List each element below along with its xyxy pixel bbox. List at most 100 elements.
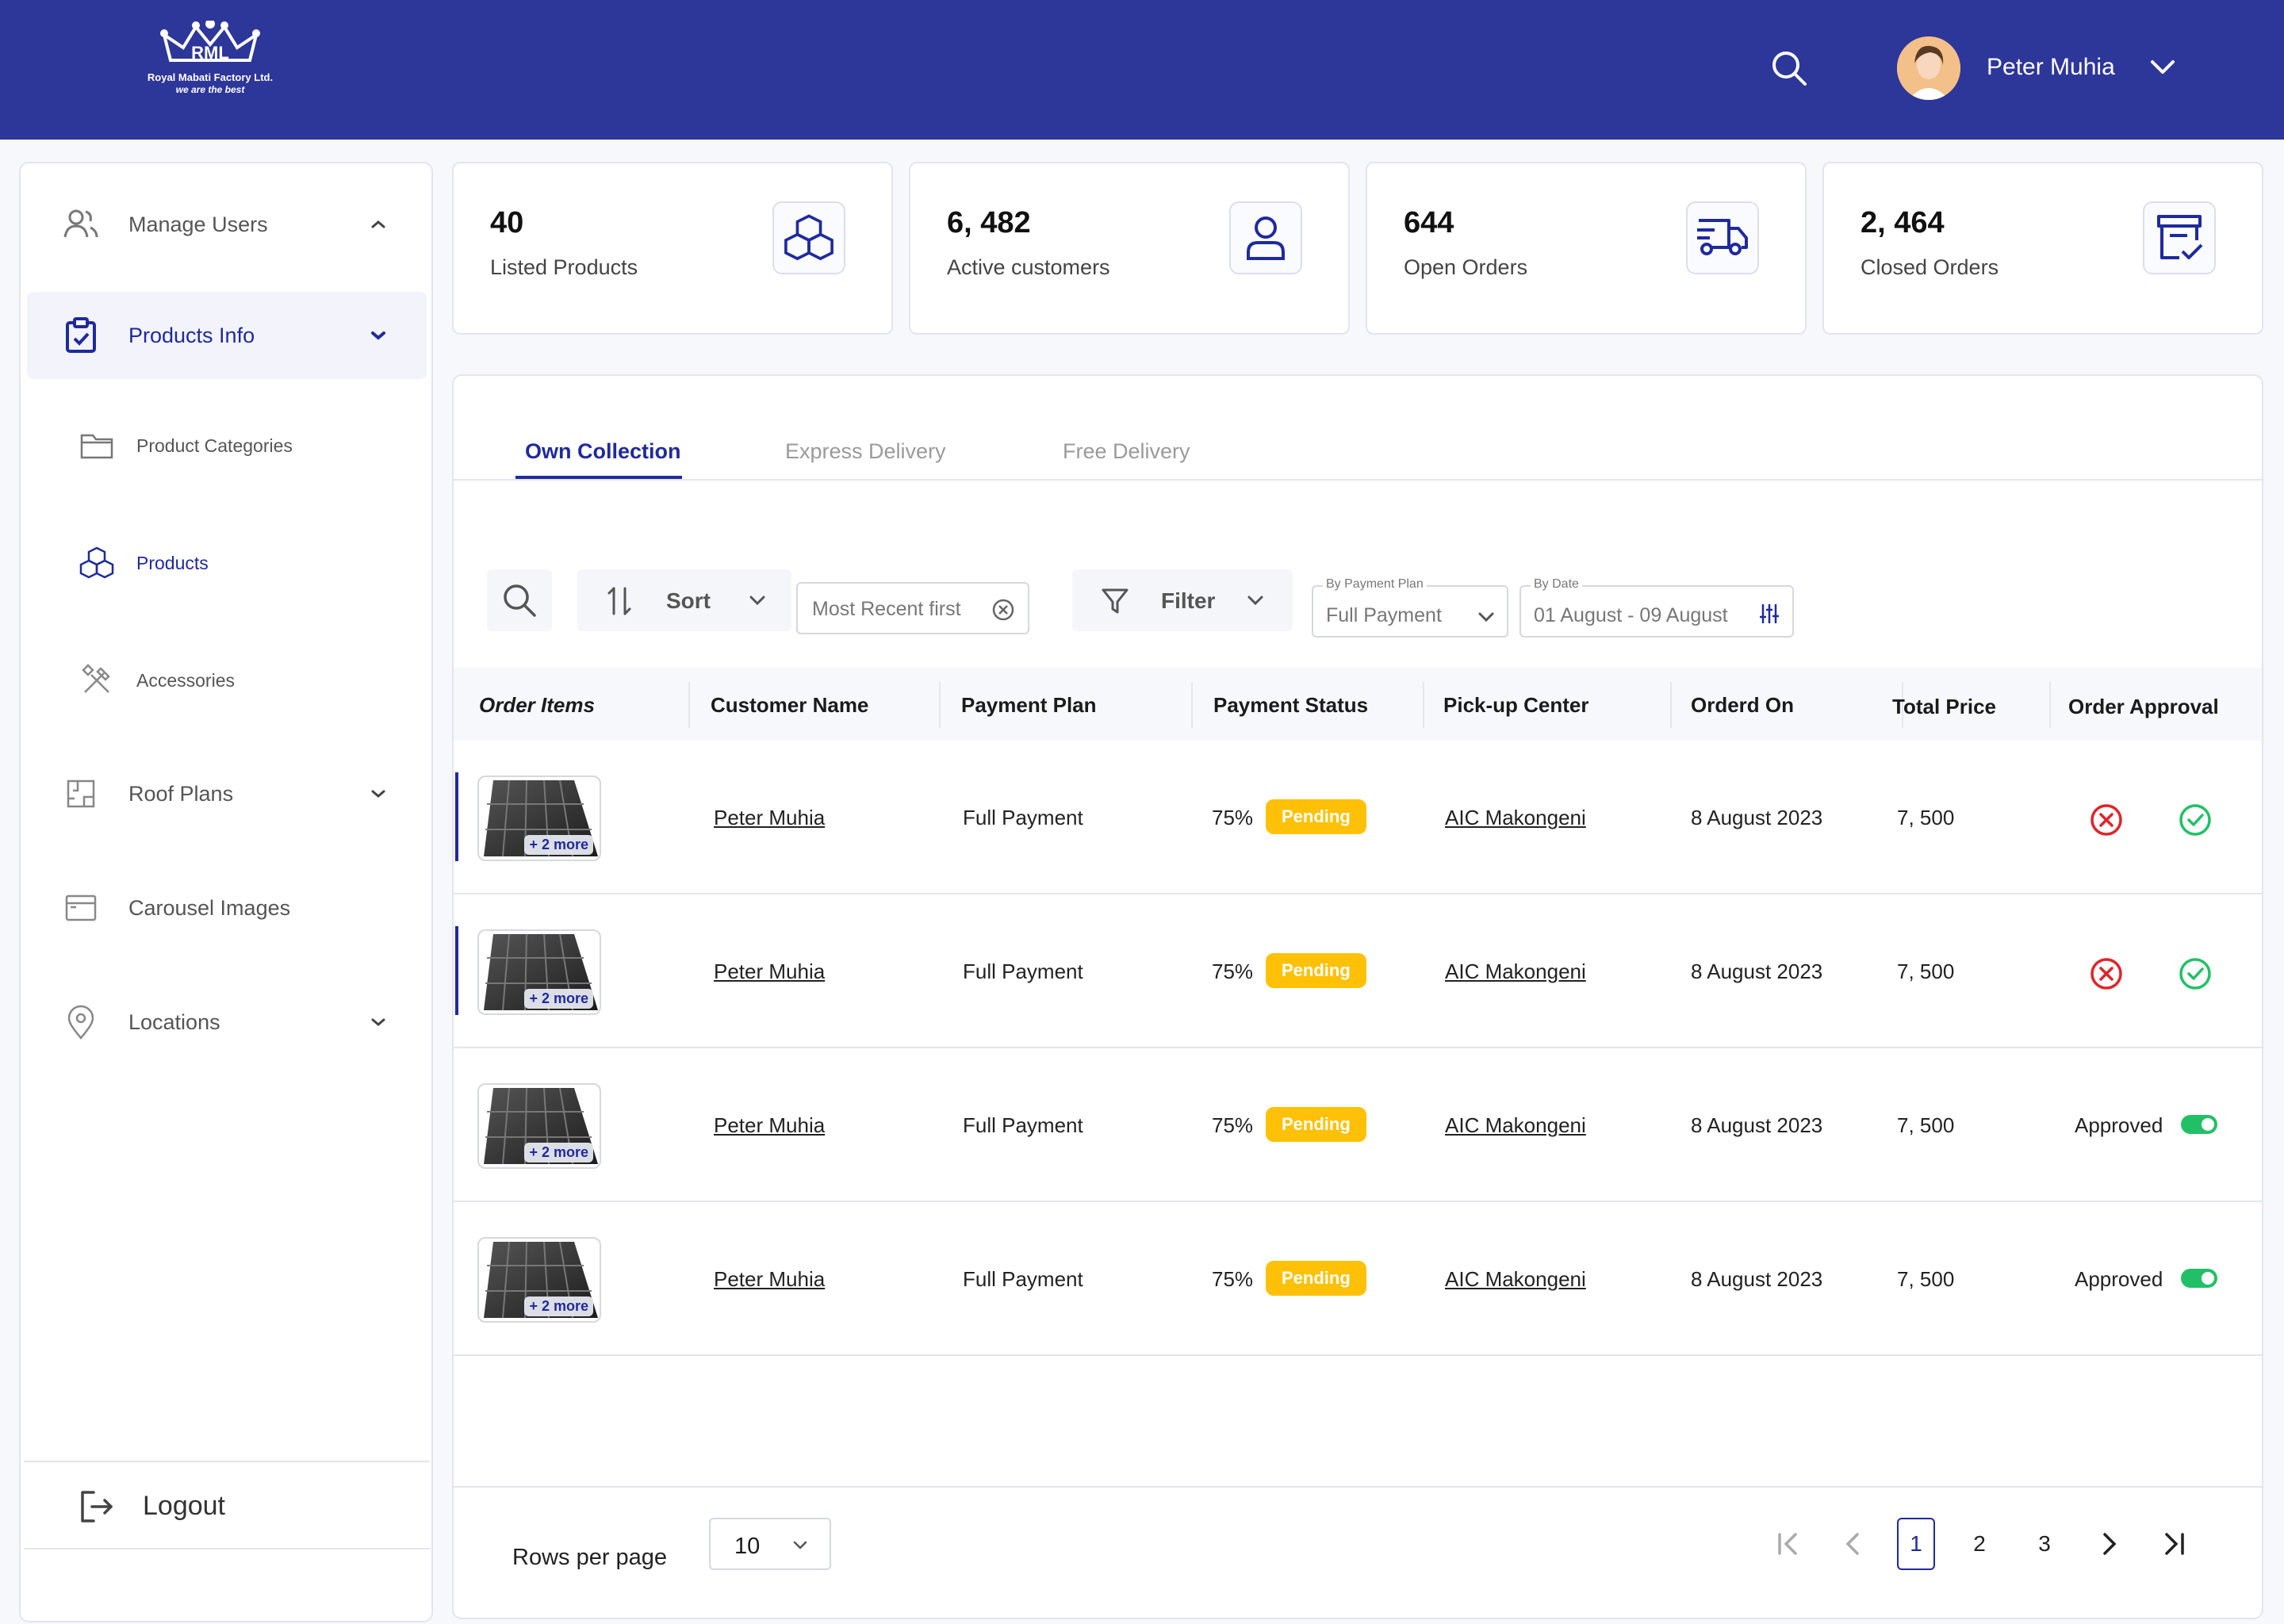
product-thumbnail[interactable]: + 2 more <box>477 929 601 1015</box>
pickup-center-link[interactable]: AIC Makongeni <box>1445 806 1586 830</box>
sidebar-subitem-product-categories[interactable]: Product Categories <box>27 406 427 485</box>
pickup-center-link[interactable]: AIC Makongeni <box>1445 1113 1586 1138</box>
stat-value: 40 <box>490 206 524 239</box>
filter-button[interactable]: Filter <box>1072 569 1293 631</box>
column-divider <box>939 682 941 728</box>
date-range-value: 01 August - 09 August <box>1534 604 1728 626</box>
chevron-down-icon[interactable] <box>368 328 389 343</box>
date-range-picker[interactable]: By Date 01 August - 09 August <box>1519 577 1794 638</box>
rows-per-page-label: Rows per page <box>512 1545 668 1570</box>
chevron-down-icon[interactable] <box>368 787 389 801</box>
sidebar-item-label: Roof Plans <box>128 781 234 806</box>
approve-check-circle-icon[interactable] <box>2178 956 2213 991</box>
tab-express-delivery[interactable]: Express Delivery <box>785 439 946 464</box>
sidebar-subitem-products[interactable]: Products <box>27 523 427 603</box>
page-button-2[interactable]: 2 <box>1960 1518 1998 1570</box>
stat-label: Open Orders <box>1404 255 1528 279</box>
column-divider <box>1670 682 1672 728</box>
column-header-ordered-on[interactable]: Orderd On <box>1691 693 1794 718</box>
more-items-label: + 2 more <box>524 1143 593 1162</box>
stat-card-active-customers[interactable]: 6, 482 Active customers <box>909 162 1350 335</box>
customer-name-link[interactable]: Peter Muhia <box>714 959 825 984</box>
user-name[interactable]: Peter Muhia <box>1987 54 2115 81</box>
browser-window-icon <box>62 889 100 927</box>
payment-plan-value: Full Payment <box>1326 604 1442 626</box>
chevron-up-icon[interactable] <box>368 217 389 232</box>
company-tagline: we are the best <box>175 84 245 95</box>
chevron-down-icon[interactable] <box>368 1015 389 1029</box>
table-search-button[interactable] <box>487 569 552 631</box>
column-header-customer-name[interactable]: Customer Name <box>711 693 868 718</box>
column-divider <box>1191 682 1193 728</box>
sidebar-item-label: Carousel Images <box>128 895 291 920</box>
reject-x-circle-icon[interactable] <box>2089 956 2124 991</box>
sort-value-chip[interactable]: Most Recent first <box>796 582 1029 634</box>
previous-page-button[interactable] <box>1834 1518 1872 1570</box>
sidebar-item-roof-plans[interactable]: Roof Plans <box>27 750 427 837</box>
table-row[interactable]: + 2 more Peter Muhia Full Payment 75% Pe… <box>454 894 2262 1048</box>
product-thumbnail[interactable]: + 2 more <box>477 1083 601 1169</box>
table-row[interactable]: + 2 more Peter Muhia Full Payment 75% Pe… <box>454 1202 2262 1356</box>
stat-label: Closed Orders <box>1861 255 1999 279</box>
user-icon <box>1229 201 1302 274</box>
approve-check-circle-icon[interactable] <box>2178 802 2213 837</box>
column-header-order-items[interactable]: Order Items <box>479 693 595 718</box>
column-header-total-price[interactable]: Total Price <box>1892 695 1996 719</box>
stat-card-listed-products[interactable]: 40 Listed Products <box>452 162 893 335</box>
last-page-icon <box>2165 1533 2184 1555</box>
tab-free-delivery[interactable]: Free Delivery <box>1063 439 1190 464</box>
approval-toggle[interactable] <box>2181 1115 2217 1134</box>
page-button-3[interactable]: 3 <box>2025 1518 2064 1570</box>
column-header-payment-status[interactable]: Payment Status <box>1213 693 1368 718</box>
customer-name-link[interactable]: Peter Muhia <box>714 1267 825 1292</box>
logout-button[interactable]: Logout <box>24 1461 430 1549</box>
search-icon[interactable] <box>1770 49 1808 87</box>
sidebar-item-products-info[interactable]: Products Info <box>27 292 427 379</box>
column-divider <box>1423 682 1424 728</box>
avatar[interactable] <box>1897 36 1960 100</box>
sliders-icon[interactable] <box>1759 603 1780 625</box>
sidebar-subitem-accessories[interactable]: Accessories <box>27 641 427 720</box>
company-logo[interactable]: RML Royal Mabati Factory Ltd. we are the… <box>143 21 278 116</box>
stat-card-open-orders[interactable]: 644 Open Orders <box>1366 162 1807 335</box>
first-page-button[interactable] <box>1769 1518 1807 1570</box>
tab-own-collection[interactable]: Own Collection <box>525 439 681 464</box>
more-items-label: + 2 more <box>524 989 593 1009</box>
page-button-1[interactable]: 1 <box>1897 1518 1935 1570</box>
product-thumbnail[interactable]: + 2 more <box>477 776 601 861</box>
pickup-center-link[interactable]: AIC Makongeni <box>1445 1267 1586 1292</box>
sidebar-item-label: Locations <box>128 1009 220 1034</box>
column-header-pickup-center[interactable]: Pick-up Center <box>1443 693 1589 718</box>
payment-percent: 75% <box>1212 1113 1254 1137</box>
sort-value: Most Recent first <box>812 598 961 620</box>
pickup-center-link[interactable]: AIC Makongeni <box>1445 959 1586 984</box>
sort-button[interactable]: Sort <box>577 569 791 631</box>
sort-arrows-icon <box>607 587 631 615</box>
column-header-order-approval[interactable]: Order Approval <box>2068 695 2219 719</box>
table-row[interactable]: + 2 more Peter Muhia Full Payment 75% Pe… <box>454 1048 2262 1202</box>
payment-plan-legend: By Payment Plan <box>1323 577 1427 592</box>
chevron-down-icon[interactable] <box>2149 57 2176 78</box>
reject-x-circle-icon[interactable] <box>2089 802 2124 837</box>
customer-name-link[interactable]: Peter Muhia <box>714 1113 825 1138</box>
sidebar-item-locations[interactable]: Locations <box>27 979 427 1066</box>
rows-per-page-select[interactable]: 10 <box>709 1518 831 1570</box>
payment-plan-select[interactable]: By Payment Plan Full Payment <box>1312 577 1508 638</box>
sidebar-item-manage-users[interactable]: Manage Users <box>27 181 427 268</box>
product-thumbnail[interactable]: + 2 more <box>477 1237 601 1323</box>
clear-circle-icon[interactable] <box>991 598 1015 622</box>
stat-card-closed-orders[interactable]: 2, 464 Closed Orders <box>1822 162 2263 335</box>
users-icon <box>62 205 100 243</box>
sidebar-item-carousel-images[interactable]: Carousel Images <box>27 864 427 952</box>
table-row[interactable]: + 2 more Peter Muhia Full Payment 75% Pe… <box>454 741 2262 894</box>
column-header-payment-plan[interactable]: Payment Plan <box>961 693 1097 718</box>
customer-name-link[interactable]: Peter Muhia <box>714 806 825 830</box>
table-footer: Rows per page 10 1 2 3 <box>454 1486 2262 1618</box>
sidebar-item-label: Accessories <box>136 669 235 691</box>
chevron-right-icon <box>2103 1533 2117 1555</box>
last-page-button[interactable] <box>2156 1518 2194 1570</box>
payment-plan-cell: Full Payment <box>963 959 1083 983</box>
next-page-button[interactable] <box>2090 1518 2129 1570</box>
approval-toggle[interactable] <box>2181 1269 2217 1288</box>
ordered-on-cell: 8 August 2023 <box>1691 1113 1823 1137</box>
